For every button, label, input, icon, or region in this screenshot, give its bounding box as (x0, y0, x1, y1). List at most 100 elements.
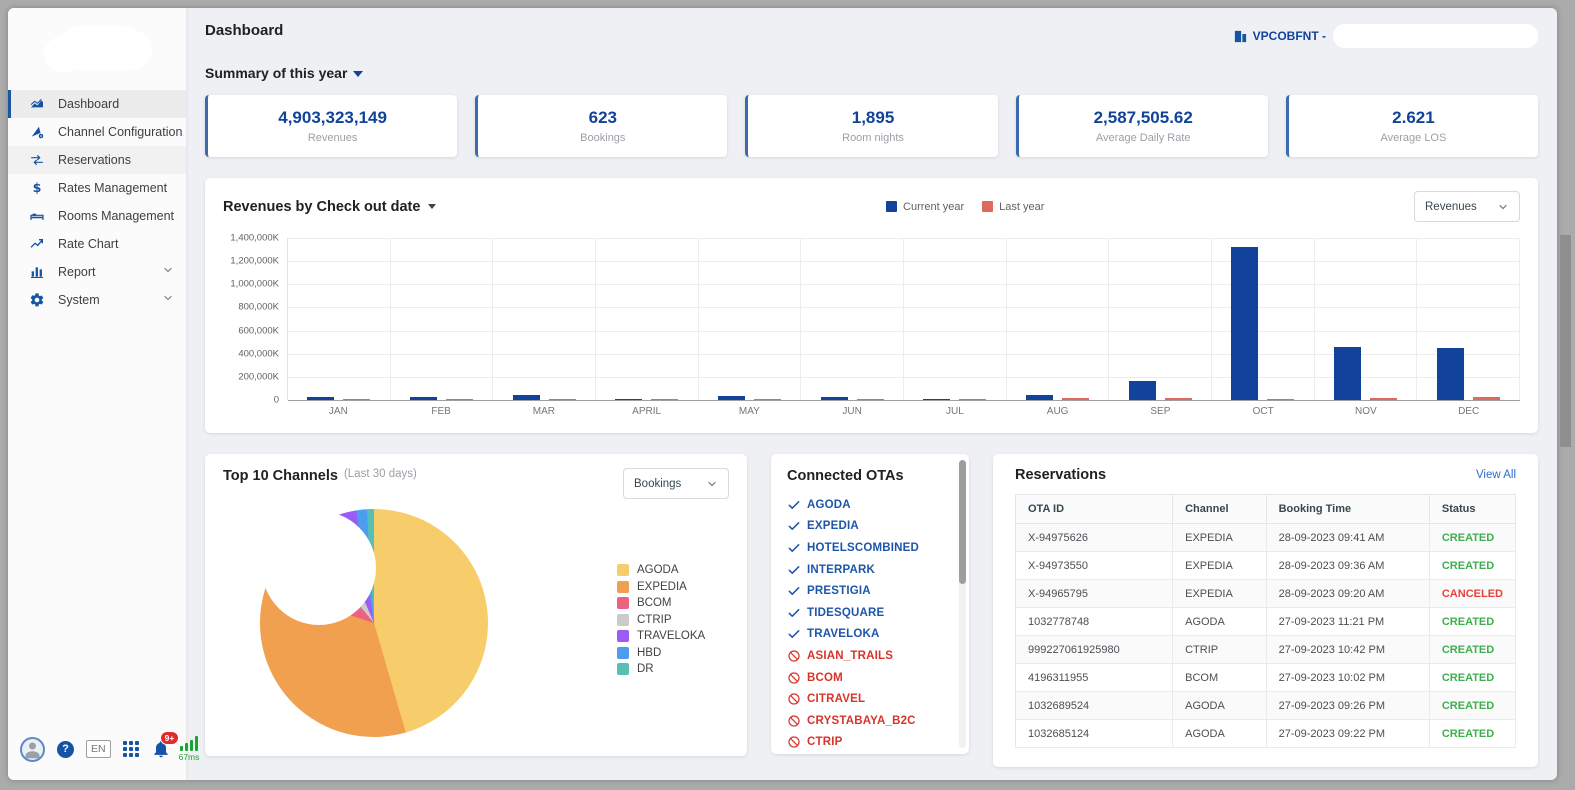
ota-item-expedia[interactable]: EXPEDIA (787, 516, 961, 538)
sidebar-item-rooms-management[interactable]: Rooms Management (8, 202, 186, 230)
reservations-header: Reservations View All (1015, 467, 1516, 483)
ota-item-hotelscombined[interactable]: HOTELSCOMBINED (787, 537, 961, 559)
month-column-nov (1315, 238, 1418, 400)
last-year-bar-feb[interactable] (446, 399, 473, 401)
x-tick-label: SEP (1109, 406, 1212, 417)
current-year-bar-jan[interactable] (307, 397, 334, 400)
month-column-aug (1007, 238, 1110, 400)
ota-item-crystabaya_b2c[interactable]: CRYSTABAYA_B2C (787, 710, 961, 732)
last-year-bar-may[interactable] (754, 399, 781, 401)
reservations-title: Reservations (1015, 467, 1106, 483)
revenue-chart-card: Revenues by Check out date Current yearL… (205, 178, 1538, 433)
gridline (288, 400, 1520, 401)
current-year-bar-jun[interactable] (821, 397, 848, 400)
x-tick-label: FEB (390, 406, 493, 417)
view-all-link[interactable]: View All (1476, 469, 1516, 481)
help-icon[interactable]: ? (57, 741, 74, 758)
y-tick-label: 200,000K (238, 371, 279, 382)
last-year-bar-oct[interactable] (1267, 399, 1294, 401)
last-year-bar-jan[interactable] (343, 399, 370, 401)
trend-up-icon (28, 236, 45, 253)
legend-swatch (617, 647, 629, 659)
ota-id-cell[interactable]: 1032689524 (1016, 692, 1173, 720)
current-year-bar-april[interactable] (615, 399, 642, 401)
current-year-bar-dec[interactable] (1437, 348, 1464, 400)
logo (8, 8, 186, 90)
last-year-bar-jun[interactable] (857, 399, 884, 401)
ota-id-cell[interactable]: X-94973550 (1016, 552, 1173, 580)
summary-label: Summary of this year (205, 65, 347, 81)
sidebar-item-dashboard[interactable]: Dashboard (8, 90, 186, 118)
status-cell: CREATED (1429, 720, 1515, 748)
ota-id-cell[interactable]: 1032778748 (1016, 608, 1173, 636)
summary-dropdown[interactable]: Summary of this year (205, 65, 1538, 81)
ota-id-cell[interactable]: X-94965795 (1016, 580, 1173, 608)
ota-item-traveloka[interactable]: TRAVELOKA (787, 624, 961, 646)
ota-item-agoda[interactable]: AGODA (787, 494, 961, 516)
window-scrollbar-thumb[interactable] (1560, 235, 1571, 447)
ota-item-partial[interactable] (787, 753, 961, 754)
kpi-label: Average Daily Rate (1096, 132, 1191, 144)
current-year-bar-mar[interactable] (513, 395, 540, 400)
language-selector[interactable]: EN (86, 740, 111, 758)
sidebar-item-rates-management[interactable]: $Rates Management (8, 174, 186, 202)
metric-select[interactable]: Revenues (1414, 191, 1520, 222)
month-column-april (596, 238, 699, 400)
last-year-bar-dec[interactable] (1473, 397, 1500, 400)
ota-item-interpark[interactable]: INTERPARK (787, 559, 961, 581)
current-year-bar-aug[interactable] (1026, 395, 1053, 400)
sidebar-item-reservations[interactable]: Reservations (8, 146, 186, 174)
current-year-bar-feb[interactable] (410, 397, 437, 400)
sidebar-item-channel-configuration[interactable]: Channel Configuration (8, 118, 186, 146)
booking-time-cell: 27-09-2023 09:22 PM (1266, 720, 1429, 748)
kpi-card-room-nights: 1,895Room nights (745, 95, 997, 157)
current-year-bar-jul[interactable] (923, 399, 950, 401)
chart-title-dropdown[interactable]: Revenues by Check out date (223, 199, 436, 215)
table-row: 1032685124AGODA27-09-2023 09:22 PMCREATE… (1016, 720, 1516, 748)
ota-id-cell[interactable]: 999227061925980 (1016, 636, 1173, 664)
sidebar-item-system[interactable]: System (8, 286, 186, 314)
current-year-bar-nov[interactable] (1334, 347, 1361, 400)
ota-id-cell[interactable]: 1032685124 (1016, 720, 1173, 748)
ota-item-citravel[interactable]: CITRAVEL (787, 688, 961, 710)
ota-id-cell[interactable]: X-94975626 (1016, 524, 1173, 552)
apps-grid-icon[interactable] (123, 741, 139, 757)
y-tick-label: 1,200,000K (230, 256, 279, 267)
property-selector[interactable]: VPCOBFNT - (1233, 24, 1538, 48)
block-icon (787, 735, 801, 749)
current-year-bar-oct[interactable] (1231, 247, 1258, 400)
current-year-bar-may[interactable] (718, 396, 745, 400)
last-year-bar-sep[interactable] (1165, 398, 1192, 400)
y-tick-label: 0 (274, 395, 279, 406)
sidebar-item-report[interactable]: Report (8, 258, 186, 286)
main-content: Dashboard VPCOBFNT - Summary of this yea… (186, 8, 1557, 780)
check-icon (787, 563, 801, 577)
last-year-bar-jul[interactable] (959, 399, 986, 401)
ota-item-bcom[interactable]: BCOM (787, 667, 961, 689)
x-tick-label: JUL (904, 406, 1007, 417)
ota-item-prestigia[interactable]: PRESTIGIA (787, 580, 961, 602)
notification-badge: 9+ (160, 731, 180, 745)
user-avatar[interactable] (20, 737, 45, 762)
bar-chart: 1,400,000K1,200,000K1,000,000K800,000K60… (223, 238, 1520, 400)
last-year-bar-mar[interactable] (549, 399, 576, 401)
ota-scrollbar-thumb[interactable] (959, 460, 966, 584)
ota-id-cell[interactable]: 4196311955 (1016, 664, 1173, 692)
ota-label: HOTELSCOMBINED (807, 542, 919, 554)
sidebar-item-rate-chart[interactable]: Rate Chart (8, 230, 186, 258)
y-axis: 1,400,000K1,200,000K1,000,000K800,000K60… (223, 238, 287, 400)
top-channels-header: Top 10 Channels (Last 30 days) Bookings (223, 468, 729, 499)
ota-label: CITRAVEL (807, 693, 865, 705)
current-year-bar-sep[interactable] (1129, 381, 1156, 400)
last-year-bar-aug[interactable] (1062, 398, 1089, 400)
channels-metric-select[interactable]: Bookings (623, 468, 729, 499)
last-year-bar-nov[interactable] (1370, 398, 1397, 400)
bar-chart-icon (28, 264, 45, 281)
notifications-bell-icon[interactable]: 9+ (151, 739, 171, 759)
ota-item-ctrip[interactable]: CTRIP (787, 732, 961, 754)
ota-item-tidesquare[interactable]: TIDESQUARE (787, 602, 961, 624)
chart-header: Revenues by Check out date Current yearL… (223, 191, 1520, 222)
x-tick-label: JAN (287, 406, 390, 417)
last-year-bar-april[interactable] (651, 399, 678, 401)
ota-item-asian_trails[interactable]: ASIAN_TRAILS (787, 645, 961, 667)
